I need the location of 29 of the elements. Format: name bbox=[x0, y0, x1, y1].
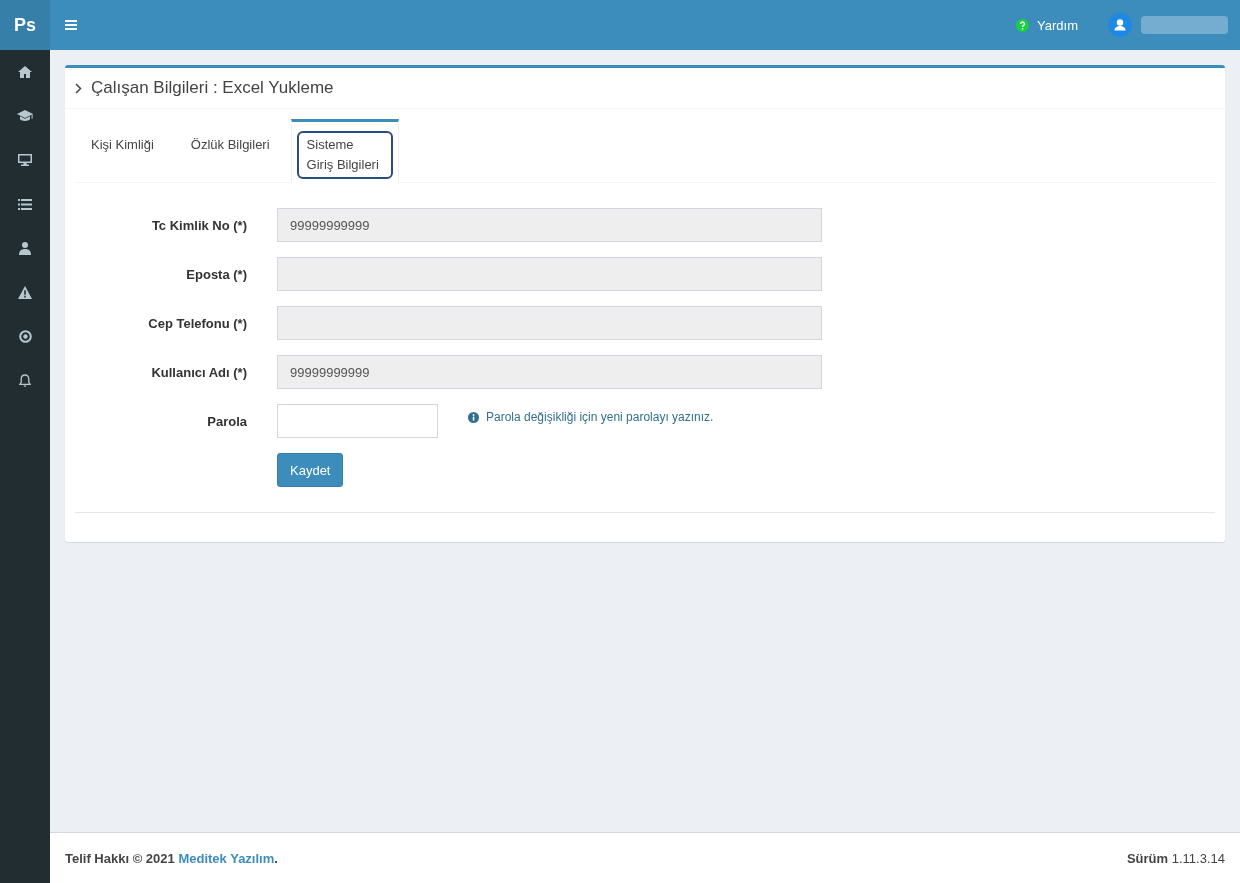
password-field[interactable] bbox=[277, 404, 438, 438]
panel-title: Çalışan Bilgileri : Excel Yukleme bbox=[91, 78, 334, 98]
copyright-text: Telif Hakkı © 2021 Meditek Yazılım. bbox=[65, 850, 278, 866]
user-avatar-icon[interactable] bbox=[1108, 13, 1132, 37]
menu-icon[interactable] bbox=[65, 20, 77, 30]
info-icon bbox=[468, 411, 479, 423]
graduation-cap-icon[interactable] bbox=[17, 110, 33, 122]
chevron-right-icon bbox=[75, 82, 82, 94]
list-icon[interactable] bbox=[18, 198, 32, 210]
tab[interactable]: Özlük Bilgileri bbox=[174, 119, 286, 163]
save-button[interactable]: Kaydet bbox=[277, 453, 344, 487]
field-label: Eposta (*) bbox=[185, 266, 247, 282]
field-label: Kullanıcı Adı (*) bbox=[150, 364, 247, 380]
bell-icon[interactable] bbox=[19, 373, 31, 387]
field-label: Cep Telefonu (*) bbox=[147, 315, 247, 331]
warning-icon[interactable] bbox=[18, 285, 32, 299]
target-icon[interactable] bbox=[18, 329, 32, 343]
help-link[interactable]: Yardım bbox=[1016, 17, 1078, 33]
field-label: Parola bbox=[206, 413, 247, 429]
home-icon[interactable] bbox=[18, 66, 32, 78]
app-logo[interactable]: Ps bbox=[0, 0, 50, 50]
tab[interactable]: Sisteme Giriş Bilgileri bbox=[290, 119, 399, 183]
tab[interactable]: Kişi Kimliği bbox=[75, 119, 170, 163]
person-icon[interactable] bbox=[19, 241, 31, 255]
monitor-icon[interactable] bbox=[18, 154, 32, 166]
hint-text: Parola değişikliği için yeni parolayı yazınız. bbox=[486, 410, 714, 424]
help-icon bbox=[1016, 18, 1030, 32]
version-text: Sürüm 1.11.3.14 bbox=[1126, 850, 1225, 866]
field-label: Tc Kimlik No (*) bbox=[150, 217, 247, 233]
